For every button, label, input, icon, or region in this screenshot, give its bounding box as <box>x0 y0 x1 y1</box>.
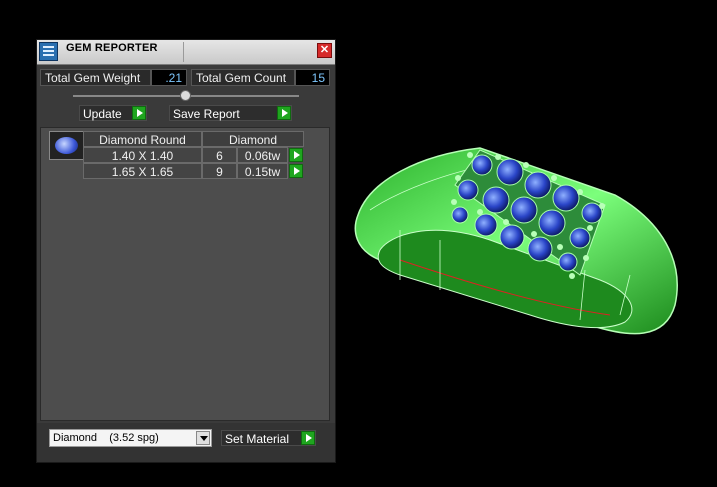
row-1-size: 1.40 X 1.40 <box>83 147 202 163</box>
row-1-count: 6 <box>202 147 237 163</box>
ring-model <box>354 147 678 335</box>
material-bar: Diamond (3.52 spg) Set Material <box>37 423 335 462</box>
play-arrow-icon <box>301 431 315 445</box>
gem-list: Diamond Round Diamond 1.40 X 1.40 6 0.06… <box>40 127 330 421</box>
material-dropdown[interactable]: Diamond (3.52 spg) <box>49 429 212 447</box>
row-1-select-button[interactable] <box>289 148 303 162</box>
splitter-handle[interactable] <box>180 90 191 101</box>
material-dropdown-value: Diamond (3.52 spg) <box>53 432 159 444</box>
row-2-size: 1.65 X 1.65 <box>83 163 202 179</box>
play-arrow-icon <box>132 106 146 120</box>
total-gem-count-value: 15 <box>295 69 330 86</box>
header-shape: Diamond Round <box>83 131 202 147</box>
ring-3d-viewport[interactable] <box>340 110 717 410</box>
header-material: Diamond <box>202 131 304 147</box>
close-button[interactable]: ✕ <box>317 43 332 58</box>
save-report-button[interactable]: Save Report <box>169 105 292 121</box>
total-gem-weight-label: Total Gem Weight <box>40 69 151 86</box>
total-gem-weight-value: .21 <box>151 69 187 86</box>
gem-stone-shape <box>55 137 78 154</box>
row-2-count: 9 <box>202 163 237 179</box>
window-title: GEM REPORTER <box>66 42 158 54</box>
save-report-button-label: Save Report <box>173 107 240 121</box>
set-material-button[interactable]: Set Material <box>221 430 316 446</box>
title-bar[interactable]: GEM REPORTER ✕ <box>37 40 335 65</box>
round-diamond-icon[interactable] <box>49 131 84 160</box>
total-gem-count-label: Total Gem Count <box>191 69 295 86</box>
row-2-weight: 0.15tw <box>237 163 288 179</box>
update-button-label: Update <box>83 107 122 121</box>
row-2-select-button[interactable] <box>289 164 303 178</box>
play-arrow-icon <box>277 106 291 120</box>
gem-reporter-app-icon <box>39 42 58 61</box>
set-material-button-label: Set Material <box>225 432 290 446</box>
chevron-down-icon[interactable] <box>196 431 210 445</box>
gem-reporter-panel: GEM REPORTER ✕ Total Gem Weight .21 Tota… <box>36 39 336 463</box>
update-button[interactable]: Update <box>79 105 147 121</box>
row-1-weight: 0.06tw <box>237 147 288 163</box>
title-separator <box>183 42 184 62</box>
